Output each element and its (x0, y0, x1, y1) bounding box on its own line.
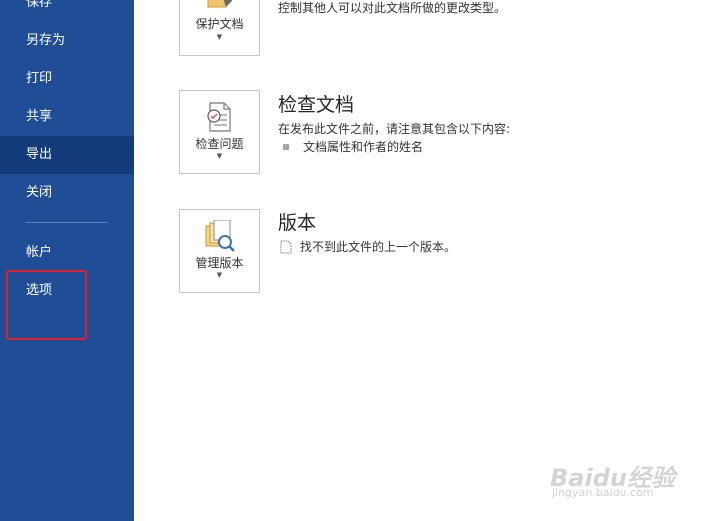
inspect-document-icon (207, 102, 231, 132)
chevron-down-icon: ▼ (216, 152, 223, 160)
nav-item-save[interactable]: 保存 (0, 0, 134, 22)
nav-item-export[interactable]: 导出 (0, 136, 134, 174)
inspect-bullet-item: 文档属性和作者的姓名 (283, 138, 423, 155)
nav-divider (26, 222, 108, 223)
inspect-document-title: 检查文档 (278, 94, 355, 116)
backstage-sidebar: 保存 另存为 打印 共享 导出 关闭 帐户 选项 (0, 0, 134, 521)
protect-document-button[interactable]: 保护文档 ▼ (179, 0, 260, 56)
chevron-down-icon: ▼ (216, 271, 223, 279)
nav-item-close[interactable]: 关闭 (0, 174, 134, 212)
baidu-watermark: Baidu经验 jingyan.baidu.com (548, 448, 688, 508)
chevron-down-icon: ▼ (216, 33, 223, 41)
nav-item-share[interactable]: 共享 (0, 98, 134, 136)
nav-item-account[interactable]: 帐户 (0, 234, 134, 272)
options-highlight-annotation (6, 270, 87, 340)
versions-info-row: 找不到此文件的上一个版本。 (280, 238, 456, 255)
manage-versions-icon (205, 220, 235, 252)
protect-description: 控制其他人可以对此文档所做的更改类型。 (278, 1, 507, 15)
manage-versions-label: 管理版本 (195, 256, 244, 270)
nav-item-print[interactable]: 打印 (0, 60, 134, 98)
nav-item-save-as[interactable]: 另存为 (0, 22, 134, 60)
manage-versions-button[interactable]: 管理版本 ▼ (179, 209, 260, 293)
inspect-button-label: 检查问题 (195, 137, 244, 151)
bullet-icon (283, 143, 289, 150)
inspect-bullet-text: 文档属性和作者的姓名 (303, 140, 424, 154)
watermark-url: jingyan.baidu.com (552, 486, 654, 499)
inspect-description: 在发布此文件之前，请注意其包含以下内容: (278, 122, 511, 136)
protect-document-label: 保护文档 (195, 17, 244, 31)
inspect-document-button[interactable]: 检查问题 ▼ (179, 90, 260, 174)
versions-description: 找不到此文件的上一个版本。 (300, 240, 457, 254)
versions-title: 版本 (278, 212, 317, 234)
document-dotted-icon (280, 240, 292, 253)
